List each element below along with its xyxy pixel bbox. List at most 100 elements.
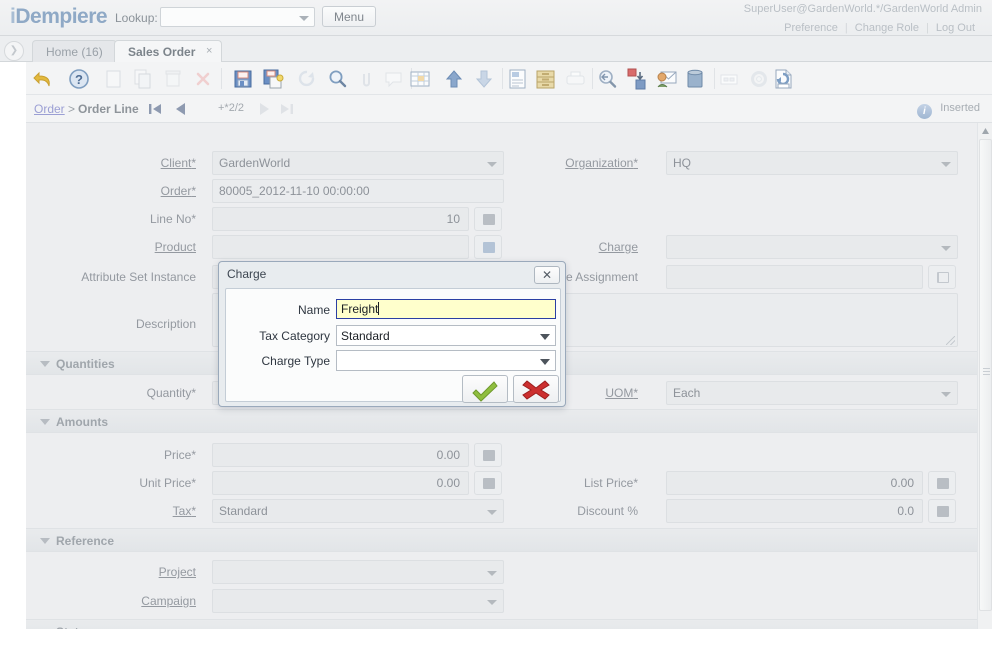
section-reference[interactable]: Reference <box>26 528 977 552</box>
campaign-input[interactable] <box>212 589 504 613</box>
scrollbar-thumb[interactable] <box>979 139 992 611</box>
client-value: GardenWorld <box>219 156 290 170</box>
line-no-value: 10 <box>447 212 460 226</box>
discount-input[interactable]: 0.0 <box>666 499 923 523</box>
project-input[interactable] <box>212 560 504 584</box>
report-icon[interactable] <box>504 66 530 92</box>
form-vertical-scrollbar[interactable] <box>977 123 992 629</box>
process-icon[interactable] <box>624 66 650 92</box>
price-calculator-button[interactable] <box>474 443 502 467</box>
chevron-down-icon[interactable] <box>487 162 497 167</box>
section-amounts-label: Amounts <box>56 415 108 429</box>
charge-type-row: Charge Type <box>226 350 562 372</box>
status-text: Inserted <box>940 102 980 114</box>
tab-home[interactable]: Home (16) <box>32 40 117 62</box>
scroll-up-icon[interactable] <box>980 126 991 137</box>
chevron-down-icon[interactable] <box>540 334 550 340</box>
detail-record-icon[interactable] <box>471 66 497 92</box>
uom-input[interactable]: Each <box>666 381 958 405</box>
chevron-down-icon[interactable] <box>299 16 309 21</box>
resource-assignment-button[interactable] <box>928 265 956 289</box>
ok-button[interactable] <box>462 375 508 403</box>
unit-price-calculator-button[interactable] <box>474 471 502 495</box>
discount-calculator-button[interactable] <box>928 499 956 523</box>
request-icon[interactable] <box>654 66 680 92</box>
tab-sales-order[interactable]: Sales Order × <box>114 40 222 62</box>
resource-assignment-input[interactable] <box>666 265 923 289</box>
copy-record-icon <box>130 66 156 92</box>
lookup-input[interactable] <box>160 7 315 27</box>
zoom-across-icon[interactable] <box>594 66 620 92</box>
lookup-label: Lookup: <box>115 11 158 25</box>
cancel-button[interactable] <box>513 375 559 403</box>
section-status[interactable]: Status <box>26 619 977 629</box>
collapse-triangle-icon[interactable] <box>40 361 50 367</box>
preference-link[interactable]: Preference <box>777 22 845 34</box>
tax-label: Tax* <box>86 504 196 518</box>
collapse-triangle-icon[interactable] <box>40 538 50 544</box>
close-icon[interactable]: ✕ <box>534 266 560 284</box>
archive-icon[interactable] <box>532 66 558 92</box>
list-price-label: List Price* <box>526 476 638 490</box>
grid-toggle-icon[interactable] <box>407 66 433 92</box>
change-role-link[interactable]: Change Role <box>848 22 926 34</box>
line-no-calculator-button[interactable] <box>474 207 502 231</box>
log-out-link[interactable]: Log Out <box>929 22 982 34</box>
breadcrumb-parent-link[interactable]: Order <box>34 102 65 116</box>
status-badge: i Inserted <box>917 100 980 119</box>
charge-tax-category-select[interactable]: Standard <box>336 325 556 346</box>
charge-label: Charge <box>546 240 638 254</box>
field-row-client: Client* GardenWorld Organization* HQ <box>26 151 977 177</box>
description-label: Description <box>86 317 196 331</box>
organization-label: Organization* <box>546 156 638 170</box>
chevron-down-icon[interactable] <box>941 246 951 251</box>
client-input[interactable]: GardenWorld <box>212 151 504 175</box>
menu-button[interactable]: Menu <box>322 6 376 27</box>
chevron-down-icon[interactable] <box>487 600 497 605</box>
first-record-icon[interactable] <box>146 100 164 118</box>
last-record-icon <box>278 100 296 118</box>
list-price-input[interactable]: 0.00 <box>666 471 923 495</box>
app-header: iDempiere Lookup: Menu SuperUser@GardenW… <box>0 0 992 36</box>
charge-name-input[interactable]: Freight <box>336 299 556 319</box>
resize-handle[interactable] <box>946 336 955 345</box>
charge-tax-category-value: Standard <box>341 329 390 343</box>
user-identity: SuperUser@GardenWorld.*/GardenWorld Admi… <box>744 3 982 15</box>
parent-record-icon[interactable] <box>441 66 467 92</box>
svg-text:?: ? <box>75 72 83 87</box>
charge-input[interactable] <box>666 235 958 259</box>
csv-import-icon[interactable] <box>770 66 796 92</box>
chevron-down-icon[interactable] <box>487 510 497 515</box>
save-create-new-icon[interactable] <box>260 66 286 92</box>
previous-record-icon[interactable] <box>173 100 191 118</box>
undo-icon[interactable] <box>30 66 56 92</box>
chevron-down-icon[interactable] <box>540 359 550 365</box>
charge-type-select[interactable] <box>336 350 556 371</box>
find-icon[interactable] <box>324 66 350 92</box>
line-no-input[interactable]: 10 <box>212 207 469 231</box>
save-icon[interactable] <box>230 66 256 92</box>
chevron-down-icon[interactable] <box>941 392 951 397</box>
section-amounts[interactable]: Amounts <box>26 409 977 433</box>
unit-price-input[interactable]: 0.00 <box>212 471 469 495</box>
product-lookup-button[interactable] <box>474 235 502 259</box>
tab-sales-order-label: Sales Order <box>128 45 195 59</box>
discount-value: 0.0 <box>897 504 914 518</box>
collapse-triangle-icon[interactable] <box>40 419 50 425</box>
price-input[interactable]: 0.00 <box>212 443 469 467</box>
field-row-unit-price: Unit Price* 0.00 List Price* 0.00 <box>26 471 977 497</box>
organization-input[interactable]: HQ <box>666 151 958 175</box>
breadcrumb-current: Order Line <box>78 102 139 116</box>
product-info-icon[interactable] <box>682 66 708 92</box>
chevron-down-icon[interactable] <box>487 571 497 576</box>
order-input[interactable]: 80005_2012-11-10 00:00:00 <box>212 179 504 203</box>
unit-price-label: Unit Price* <box>86 476 196 490</box>
product-input[interactable] <box>212 235 469 259</box>
record-counter: +*2/2 <box>218 102 244 114</box>
chevron-down-icon[interactable] <box>941 162 951 167</box>
help-icon[interactable]: ? <box>66 66 92 92</box>
tax-input[interactable]: Standard <box>212 499 504 523</box>
list-price-calculator-button[interactable] <box>928 471 956 495</box>
close-icon[interactable]: × <box>206 45 212 57</box>
sidebar-expand-icon[interactable]: ❯ <box>4 41 24 61</box>
